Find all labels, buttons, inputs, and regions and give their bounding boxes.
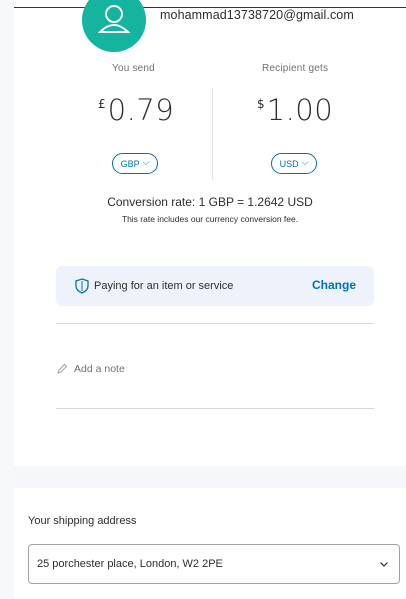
section-separator <box>14 466 406 488</box>
receive-currency-select[interactable]: USD ⌵ <box>271 153 317 174</box>
note-top-divider <box>56 323 374 324</box>
send-currency-select[interactable]: GBP ⌵ <box>112 153 158 174</box>
send-amount[interactable]: £0.79 <box>98 93 174 133</box>
payment-purpose: Paying for an item or service Change <box>56 266 374 306</box>
left-gutter <box>0 0 14 599</box>
send-currency-code: GBP <box>120 158 140 169</box>
person-icon <box>97 5 131 33</box>
payment-purpose-text: Paying for an item or service <box>94 280 234 292</box>
chevron-down-icon: ⌵ <box>142 157 150 167</box>
send-currency-symbol: £ <box>98 97 106 111</box>
recipient-email: mohammad13738720@gmail.com <box>160 8 354 22</box>
conversion-rate: Conversion rate: 1 GBP = 1.2642 USD <box>107 195 313 209</box>
receive-currency-code: USD <box>279 158 299 169</box>
shipping-address-label: Your shipping address <box>28 515 137 527</box>
receive-currency-symbol: $ <box>257 97 265 111</box>
add-note-field[interactable]: Add a note <box>56 363 125 375</box>
receive-amount[interactable]: $1.00 <box>257 93 333 133</box>
shipping-address-select[interactable]: 25 porchester place, London, W2 2PE <box>28 544 400 584</box>
chevron-down-icon <box>380 562 388 567</box>
recipient-gets-label: Recipient gets <box>262 63 329 74</box>
pencil-icon <box>57 363 68 374</box>
add-note-placeholder: Add a note <box>74 363 125 375</box>
conversion-fee-note: This rate includes our currency conversi… <box>121 214 299 224</box>
chevron-down-icon: ⌵ <box>301 157 309 167</box>
note-bottom-divider <box>56 408 374 409</box>
avatar <box>82 0 146 52</box>
send-amount-value: 0.79 <box>107 93 175 127</box>
shipping-address-value: 25 porchester place, London, W2 2PE <box>37 558 223 570</box>
send-money-page: mohammad13738720@gmail.com You send Reci… <box>0 0 406 599</box>
change-purpose-link[interactable]: Change <box>312 278 356 292</box>
receive-amount-value: 1.00 <box>266 93 334 127</box>
send-card: mohammad13738720@gmail.com You send Reci… <box>14 0 406 478</box>
you-send-label: You send <box>112 63 155 74</box>
amount-divider <box>212 88 213 180</box>
shield-icon <box>75 278 89 294</box>
